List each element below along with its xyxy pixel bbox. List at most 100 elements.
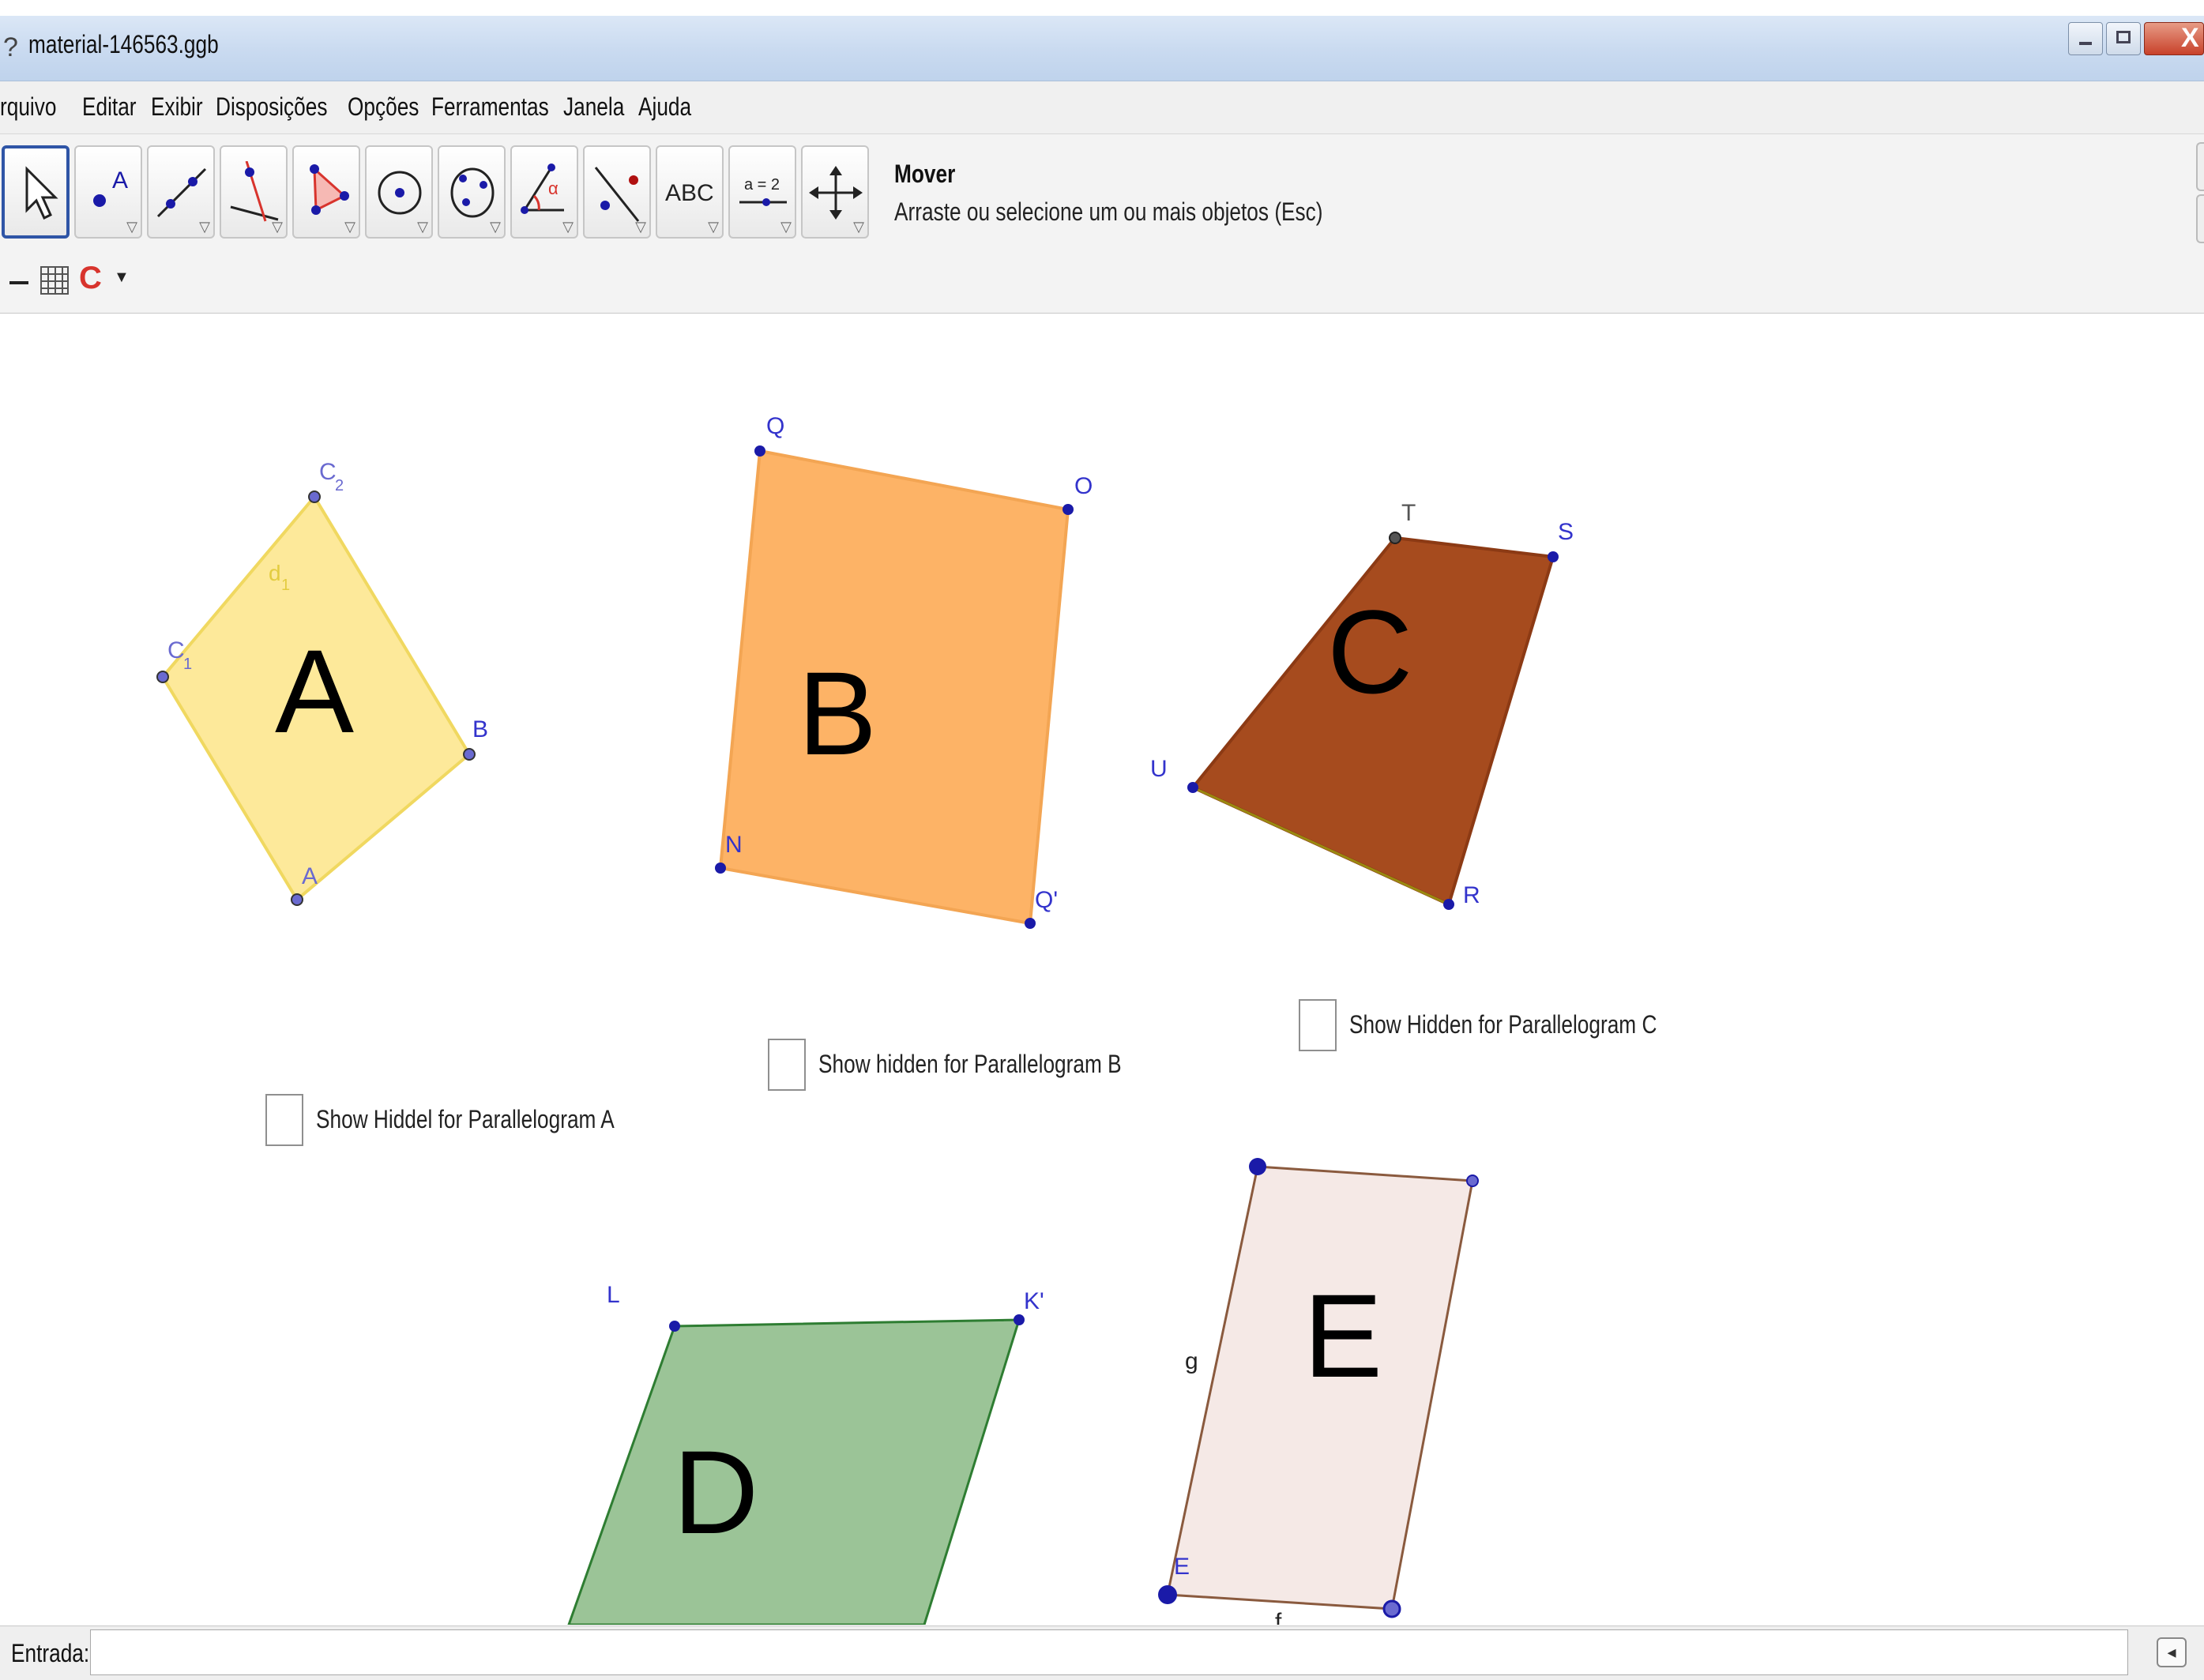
parallelogram-b[interactable]: B Q O N Q' [715, 413, 1093, 929]
angle-icon: α [521, 163, 564, 214]
tool-text[interactable]: ABC ▽ [656, 145, 724, 239]
svg-text:A: A [112, 167, 128, 194]
point-b[interactable] [463, 748, 476, 761]
shape-label-b: B [798, 647, 877, 780]
vertex-label-c1: C [167, 637, 185, 663]
point-e-top[interactable] [1249, 1158, 1266, 1175]
tool-circle[interactable]: ▽ [365, 145, 433, 239]
vertex-label-k-prime: K' [1024, 1288, 1044, 1314]
parallelogram-d[interactable]: D L K' [567, 1282, 1044, 1625]
checkbox-show-a[interactable] [265, 1094, 303, 1146]
toolbar-side-tab[interactable] [2196, 194, 2204, 243]
vertex-label-u: U [1150, 756, 1168, 782]
geogebra-icon: ? [3, 32, 18, 62]
input-help-icon[interactable]: ◂ [2157, 1637, 2187, 1667]
toolbar: A ▽ ▽ ▽ ▽ ▽ ▽ α ▽ ▽ ABC ▽ a = 2 ▽ ▽ Move… [0, 134, 2204, 252]
polygon-icon [310, 164, 349, 215]
parallelogram-e[interactable]: E E g f [1158, 1158, 1479, 1625]
point-k-prime[interactable] [1014, 1314, 1025, 1325]
svg-text:a = 2: a = 2 [744, 176, 780, 194]
chevron-down-icon: ▽ [635, 219, 646, 235]
vertex-label-q-prime: Q' [1035, 887, 1058, 913]
tool-reflect[interactable]: ▽ [583, 145, 651, 239]
tool-point[interactable]: A ▽ [74, 145, 142, 239]
maximize-button[interactable] [2106, 22, 2141, 55]
maximize-icon [2116, 31, 2131, 43]
minimize-button[interactable] [2068, 22, 2103, 55]
close-button[interactable]: X [2144, 22, 2204, 55]
point-e-right[interactable] [1466, 1174, 1479, 1187]
tool-slider[interactable]: a = 2 ▽ [728, 145, 796, 239]
tool-move[interactable] [2, 145, 70, 239]
point-e-bottom-right[interactable] [1382, 1599, 1401, 1618]
vertex-label-c2: C [319, 459, 337, 485]
toolbar-side-tab[interactable] [2196, 142, 2204, 191]
shape-label-d: D [673, 1426, 758, 1558]
geometry-canvas[interactable]: d 1 A C 2 C 1 B A B Q O N Q' C T S U R D… [0, 314, 2204, 1625]
menu-janela[interactable]: Janela [563, 92, 624, 122]
vertex-label-r: R [1463, 882, 1480, 908]
move-pointer-icon [25, 166, 58, 220]
menu-bar: rquivo Editar Exibir Disposições Opções … [0, 81, 2204, 134]
tool-line[interactable]: ▽ [147, 145, 215, 239]
point-t[interactable] [1389, 532, 1401, 544]
menu-disposicoes[interactable]: Disposições [216, 92, 327, 122]
graphics-view[interactable]: d 1 A C 2 C 1 B A B Q O N Q' C T S U R D… [0, 314, 2204, 1625]
menu-ferramentas[interactable]: Ferramentas [431, 92, 549, 122]
parallelogram-c[interactable]: C T S U R [1150, 500, 1574, 910]
point-l[interactable] [669, 1321, 680, 1332]
style-bar: C ▼ [0, 251, 2204, 314]
menu-editar[interactable]: Editar [82, 92, 137, 122]
line-through-two-points-icon [156, 167, 207, 218]
point-q-prime[interactable] [1025, 918, 1036, 929]
checkbox-show-c[interactable] [1299, 999, 1337, 1051]
menu-exibir[interactable]: Exibir [151, 92, 203, 122]
vertex-label-t: T [1401, 500, 1416, 526]
point-icon: A [93, 167, 128, 207]
checkbox-label-b[interactable]: Show hidden for Parallelogram B [818, 1050, 1122, 1079]
point-n[interactable] [715, 863, 726, 874]
color-c-icon[interactable]: C [79, 261, 102, 296]
vertex-label-n: N [725, 832, 743, 858]
input-bar: Entrada: ◂ [0, 1626, 2204, 1680]
tool-conic[interactable]: ▽ [438, 145, 506, 239]
menu-arquivo[interactable]: rquivo [0, 92, 56, 122]
checkbox-show-b[interactable] [768, 1039, 806, 1091]
reflect-about-line-icon [594, 167, 640, 222]
svg-text:α: α [548, 179, 559, 198]
menu-ajuda[interactable]: Ajuda [638, 92, 691, 122]
point-u[interactable] [1187, 782, 1198, 793]
chevron-down-icon: ▽ [853, 219, 864, 235]
checkbox-label-c[interactable]: Show Hidden for Parallelogram C [1349, 1010, 1657, 1039]
point-s[interactable] [1548, 551, 1559, 562]
point-r[interactable] [1443, 899, 1454, 910]
point-c1[interactable] [156, 671, 169, 683]
vertex-label-s: S [1558, 519, 1574, 545]
chevron-down-icon: ▽ [272, 219, 283, 235]
tool-angle[interactable]: α ▽ [510, 145, 578, 239]
segment-label-d1-subscript: 1 [281, 577, 290, 594]
grid-toggle-icon[interactable] [39, 265, 70, 295]
vertex-label-c2-subscript: 2 [335, 477, 344, 494]
point-o[interactable] [1063, 504, 1074, 515]
tool-perpendicular[interactable]: ▽ [220, 145, 288, 239]
menu-opcoes[interactable]: Opções [348, 92, 419, 122]
perpendicular-line-icon [230, 161, 279, 222]
point-e[interactable] [1158, 1585, 1177, 1604]
shape-label-e: E [1303, 1269, 1382, 1402]
point-a[interactable] [291, 893, 303, 906]
point-c2[interactable] [308, 490, 321, 503]
chevron-down-icon: ▽ [417, 219, 428, 235]
point-q[interactable] [754, 445, 765, 457]
shape-label-a: A [275, 625, 354, 757]
command-input[interactable] [90, 1629, 2128, 1675]
checkbox-label-a[interactable]: Show Hiddel for Parallelogram A [316, 1105, 615, 1134]
slider-icon: a = 2 [739, 176, 787, 206]
chevron-down-icon[interactable]: ▼ [114, 269, 130, 287]
axes-toggle-icon[interactable] [9, 281, 28, 284]
chevron-down-icon: ▽ [780, 219, 792, 235]
parallelogram-a[interactable]: d 1 A C 2 C 1 B A [156, 459, 488, 906]
tool-move-graphics[interactable]: ▽ [801, 145, 869, 239]
side-label-f: f [1275, 1609, 1282, 1625]
tool-polygon[interactable]: ▽ [292, 145, 360, 239]
